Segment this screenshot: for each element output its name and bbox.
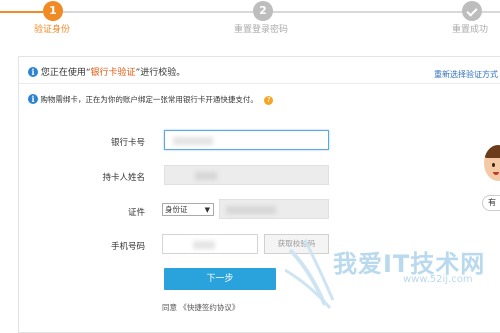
- check-icon: [466, 5, 478, 17]
- notice-text: 购物需绑卡，正在为你的账户绑定一张常用银行卡开通快捷支付。: [40, 95, 258, 104]
- cardholder-name-field[interactable]: [164, 165, 329, 185]
- watermark: 我爱IT技术网 www.52ij.com: [285, 230, 500, 321]
- step-label: 重置登录密码: [234, 25, 289, 35]
- id-number-field[interactable]: [219, 199, 329, 219]
- step-line: [273, 11, 462, 13]
- verify-prefix: 您正在使用“: [40, 68, 91, 78]
- phone-number-label: 手机号码: [110, 242, 145, 252]
- id-type-select[interactable]: 身份证 ▼: [162, 203, 214, 216]
- step-number: 1: [43, 1, 63, 21]
- masked-value: [193, 241, 215, 249]
- step-label: 重置成功: [452, 25, 489, 35]
- step-done-circle: [462, 1, 482, 21]
- assistant-button[interactable]: 有: [482, 195, 500, 211]
- step-line-done: [0, 11, 43, 13]
- avatar-eye: [492, 163, 495, 167]
- divider: [19, 83, 500, 84]
- help-icon[interactable]: ?: [264, 96, 274, 105]
- step-label: 验证身份: [34, 25, 71, 35]
- dropdown-arrow-icon: ▼: [204, 206, 210, 214]
- card-number-label: 银行卡号: [110, 138, 145, 148]
- cardholder-name-label: 持卡人姓名: [102, 173, 145, 183]
- switch-verify-method-link[interactable]: 重新选择验证方式: [434, 69, 498, 80]
- info-icon: i: [28, 94, 38, 104]
- masked-value: [226, 206, 276, 214]
- step-line: [482, 11, 500, 13]
- bind-card-notice: i 购物需绑卡，正在为你的账户绑定一张常用银行卡开通快捷支付。 ?: [28, 94, 274, 105]
- agreement-link[interactable]: 《快捷签约协议》: [179, 303, 239, 312]
- progress-steps: 1 验证身份 2 重置登录密码 重置成功: [0, 0, 500, 38]
- avatar-hair: [484, 145, 500, 158]
- next-step-button[interactable]: 下一步: [164, 268, 276, 290]
- agree-prefix: 同意: [162, 303, 177, 312]
- agreement-line: 同意 《快捷签约协议》: [162, 302, 239, 313]
- step-number: 2: [253, 1, 273, 21]
- verify-method: 银行卡验证: [90, 68, 136, 78]
- id-document-label: 证件: [127, 208, 145, 218]
- avatar-mouth: [493, 172, 499, 175]
- masked-value: [195, 172, 217, 180]
- verify-suffix: ”进行校验。: [135, 68, 186, 78]
- id-type-value: 身份证: [165, 205, 188, 214]
- phone-number-input[interactable]: [162, 234, 258, 254]
- step-line: [63, 11, 253, 13]
- info-icon: i: [28, 67, 38, 77]
- watermark-url: www.52ij.com: [403, 274, 473, 285]
- verify-method-line: i 您正在使用“银行卡验证”进行校验。: [28, 65, 185, 78]
- card-number-input[interactable]: [164, 130, 329, 150]
- masked-value: [173, 137, 213, 145]
